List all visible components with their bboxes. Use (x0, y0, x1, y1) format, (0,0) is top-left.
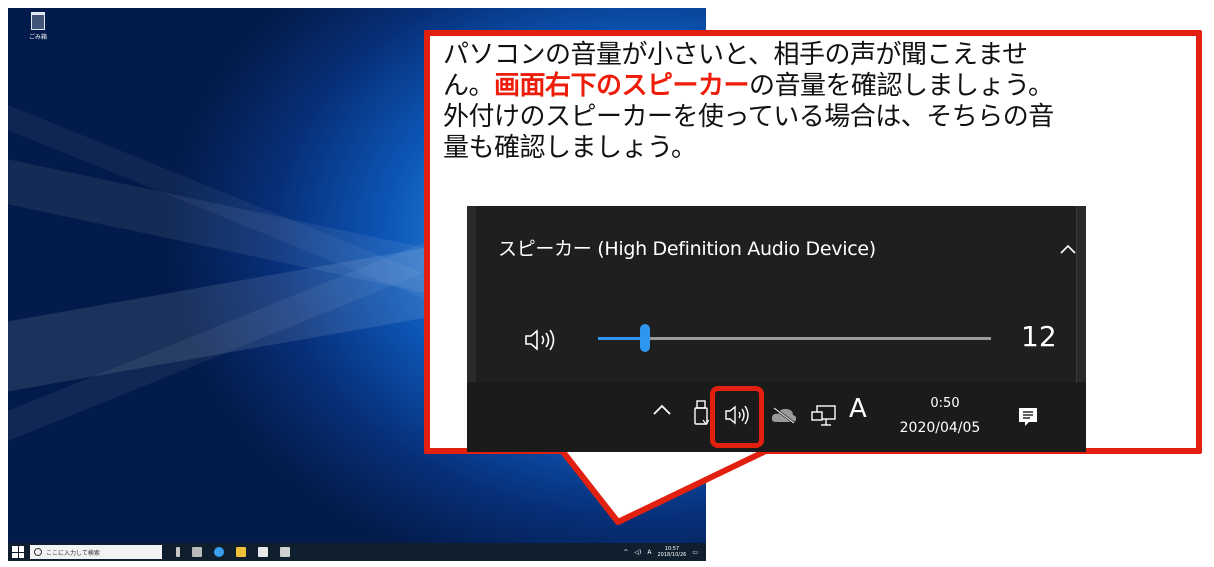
tray-speaker-icon[interactable]: ◁) (634, 549, 641, 556)
volume-flyout-zoom: スピーカー (High Definition Audio Device) 12 (467, 206, 1086, 452)
chevron-up-icon[interactable] (1060, 244, 1076, 254)
callout-line-2: ん。画面右下のスピーカーの音量を確認しましょう。 (443, 71, 1203, 102)
action-center-icon[interactable]: ▭ (692, 549, 698, 556)
recycle-bin-icon (31, 12, 45, 30)
taskbar-search-box[interactable]: ここに入力して検索 (30, 545, 162, 559)
task-view-icon[interactable] (192, 547, 202, 557)
usb-icon[interactable] (693, 400, 709, 428)
taskbar-tray: ^ ◁) A 10:57 2018/10/26 ▭ (623, 546, 698, 558)
recycle-bin-label: ごみ箱 (28, 34, 47, 41)
store-icon[interactable] (258, 547, 268, 557)
callout-line-3: 外付けのスピーカーを使っている場合は、そちらの音 (443, 102, 1054, 132)
speaker-icon[interactable] (524, 328, 560, 352)
taskbar: ここに入力して検索 ^ ◁) A 10:57 2018/10/26 ▭ (8, 543, 706, 561)
callout-line-2-suffix: の音量を確認しましょう。 (749, 71, 1054, 101)
file-explorer-icon[interactable] (236, 547, 246, 557)
chevron-up-icon[interactable] (653, 404, 671, 416)
tray-chevron-icon[interactable]: ^ (623, 549, 628, 556)
speaker-icon[interactable] (724, 404, 752, 426)
callout-line-4: 量も確認しましょう。 (443, 133, 697, 163)
tray-date[interactable]: 2020/04/05 (885, 420, 995, 436)
network-icon[interactable] (810, 404, 838, 428)
edge-browser-icon[interactable] (214, 547, 224, 557)
taskbar-clock[interactable]: 10:57 2018/10/26 (658, 546, 687, 558)
callout-highlight: 画面右下のスピーカー (494, 71, 750, 101)
volume-value: 12 (1021, 320, 1057, 353)
recycle-bin-shortcut[interactable]: ごみ箱 (26, 12, 50, 41)
audio-device-name[interactable]: スピーカー (High Definition Audio Device) (498, 234, 876, 261)
volume-slider[interactable] (598, 324, 991, 352)
volume-slider-thumb[interactable] (640, 324, 650, 352)
callout-line-1: パソコンの音量が小さいと、相手の声が聞こえませ (443, 40, 1028, 70)
search-placeholder: ここに入力して検索 (46, 549, 100, 557)
callout-line-2-prefix: ん。 (443, 71, 495, 101)
notification-area: A 0:50 2020/04/05 (467, 382, 1086, 452)
volume-slider-fill (598, 337, 645, 340)
microphone-icon[interactable] (176, 547, 180, 557)
onedrive-icon[interactable] (770, 406, 798, 424)
taskbar-date: 2018/10/26 (657, 552, 687, 558)
mail-icon[interactable] (280, 547, 290, 557)
volume-panel: スピーカー (High Definition Audio Device) 12 (476, 206, 1077, 382)
cortana-circle-icon (34, 548, 42, 556)
tray-time[interactable]: 0:50 (913, 396, 977, 411)
action-center-icon[interactable] (1017, 406, 1039, 428)
ime-indicator[interactable]: A (849, 394, 867, 424)
windows-start-icon[interactable] (12, 546, 24, 558)
tray-ime-indicator[interactable]: A (647, 549, 651, 556)
callout-message: パソコンの音量が小さいと、相手の声が聞こえませ ん。画面右下のスピーカーの音量を… (443, 40, 1203, 164)
